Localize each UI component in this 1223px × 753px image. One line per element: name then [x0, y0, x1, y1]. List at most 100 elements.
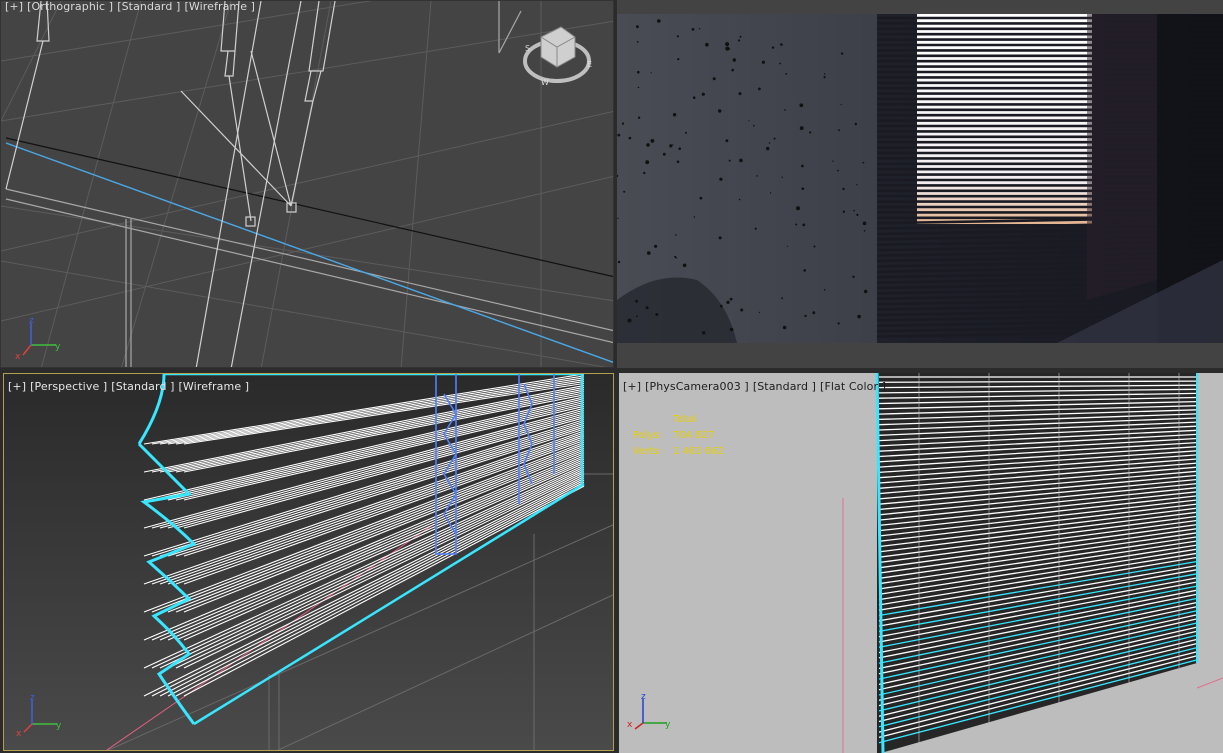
- dust-speck: [837, 169, 839, 172]
- dust-speck: [801, 164, 804, 168]
- viewcube[interactable]: [523, 26, 591, 83]
- render-bottom-bar: [617, 343, 1223, 368]
- dust-speck: [636, 25, 639, 29]
- dust-speck: [786, 245, 788, 247]
- dust-speck: [654, 244, 658, 248]
- dust-speck: [637, 86, 640, 89]
- dust-speck: [782, 325, 787, 330]
- dust-speck: [693, 216, 696, 218]
- svg-text:S: S: [525, 44, 530, 53]
- dust-speck: [676, 35, 679, 38]
- dust-speck: [832, 160, 834, 162]
- viewport-menu-button[interactable]: [+]: [623, 380, 641, 393]
- dust-speck: [677, 58, 680, 61]
- verts-value: 1 463 662: [673, 446, 724, 457]
- dust-speck: [698, 28, 701, 30]
- dust-speck: [768, 142, 771, 144]
- dust-speck: [675, 234, 677, 236]
- dust-speck: [685, 131, 687, 134]
- dust-speck: [732, 58, 736, 62]
- viewport-label-perspective[interactable]: [+] [Perspective ] [Standard ] [Wireframe ]: [8, 380, 253, 393]
- shading-preset-menu[interactable]: [Standard ]: [111, 380, 174, 393]
- view-type-menu[interactable]: [Orthographic ]: [27, 1, 113, 13]
- dust-speck: [802, 223, 806, 227]
- dust-speck: [729, 297, 733, 301]
- axis-tripod: z y x: [15, 316, 61, 362]
- viewport-menu-button[interactable]: [+]: [5, 1, 23, 13]
- dust-speck: [692, 96, 696, 99]
- dust-speck: [769, 192, 772, 194]
- dust-speck: [645, 160, 650, 165]
- dust-speck: [647, 251, 651, 255]
- viewport-render-preview[interactable]: [617, 0, 1223, 368]
- dust-speck: [725, 46, 730, 51]
- svg-text:x: x: [15, 352, 21, 362]
- dust-speck: [758, 311, 761, 313]
- dust-speck: [862, 221, 867, 226]
- dust-speck: [857, 314, 861, 319]
- dust-speck: [691, 28, 695, 31]
- dust-speck: [840, 104, 842, 106]
- display-mode-menu[interactable]: [Wireframe ]: [179, 380, 250, 393]
- dust-speck: [645, 306, 649, 310]
- dust-speck: [842, 210, 846, 213]
- shading-preset-menu[interactable]: [Standard ]: [753, 380, 816, 393]
- dust-speck: [672, 113, 677, 117]
- dust-speck: [718, 109, 722, 113]
- dust-speck: [748, 120, 750, 122]
- dust-speck: [781, 297, 783, 300]
- svg-text:E: E: [587, 60, 592, 69]
- viewport-perspective[interactable]: z y x [+] [Perspective ] [Standard ] [Wiref…: [3, 373, 614, 751]
- display-mode-menu[interactable]: [Flat Color ]: [820, 380, 886, 393]
- dust-speck: [621, 122, 625, 125]
- dust-speck: [739, 158, 743, 163]
- dust-speck: [718, 236, 722, 240]
- dust-speck: [728, 159, 731, 162]
- dust-speck: [823, 289, 826, 291]
- viewport-label-ortho[interactable]: [+] [Orthographic ] [Standard ] [Wireframe …: [5, 1, 259, 13]
- shading-preset-menu[interactable]: [Standard ]: [117, 1, 180, 13]
- view-type-menu[interactable]: [PhysCamera003 ]: [645, 380, 749, 393]
- dust-speck: [702, 331, 706, 335]
- dust-speck: [726, 300, 730, 304]
- dust-speck: [617, 260, 621, 264]
- dust-speck: [853, 209, 855, 212]
- dust-speck: [812, 311, 816, 315]
- dust-speck: [719, 177, 723, 181]
- axis-tripod: z y x: [627, 692, 671, 730]
- svg-text:x: x: [627, 720, 633, 730]
- dust-speck: [809, 131, 812, 134]
- stats-header: Total: [673, 414, 697, 425]
- dust-speck: [803, 269, 806, 272]
- dust-speck: [773, 137, 776, 140]
- dust-speck: [856, 213, 859, 216]
- dust-speck: [801, 187, 805, 190]
- viewport-orthographic[interactable]: S E W z y x [+] [Orthographic ] [Standard …: [0, 0, 614, 368]
- dust-speck: [738, 198, 741, 201]
- dust-speck: [725, 139, 729, 143]
- dust-speck: [655, 313, 659, 316]
- dust-speck: [796, 206, 800, 211]
- viewport-camera[interactable]: z y x [+] [PhysCamera003 ] [Standard ] [Fla…: [619, 373, 1223, 753]
- svg-text:z: z: [641, 692, 646, 702]
- dust-speck: [842, 187, 845, 191]
- dust-speck: [799, 126, 804, 130]
- perspective-scene: z y x: [4, 374, 613, 750]
- dust-speck: [771, 46, 775, 49]
- dust-speck: [753, 124, 755, 127]
- dust-speck: [676, 160, 680, 164]
- dust-speck: [636, 41, 639, 43]
- dust-speck: [712, 77, 716, 81]
- dust-speck: [628, 136, 632, 140]
- dust-speck: [672, 144, 674, 146]
- svg-text:z: z: [30, 693, 35, 703]
- dust-speck: [623, 190, 626, 193]
- viewport-label-camera[interactable]: [+] [PhysCamera003 ] [Standard ] [Flat Colo…: [623, 380, 890, 393]
- dust-speck: [813, 245, 816, 248]
- svg-text:y: y: [665, 720, 671, 730]
- viewport-menu-button[interactable]: [+]: [8, 380, 26, 393]
- dust-speck: [785, 73, 788, 75]
- display-mode-menu[interactable]: [Wireframe ]: [184, 1, 255, 13]
- dust-speck: [854, 122, 857, 126]
- view-type-menu[interactable]: [Perspective ]: [30, 380, 107, 393]
